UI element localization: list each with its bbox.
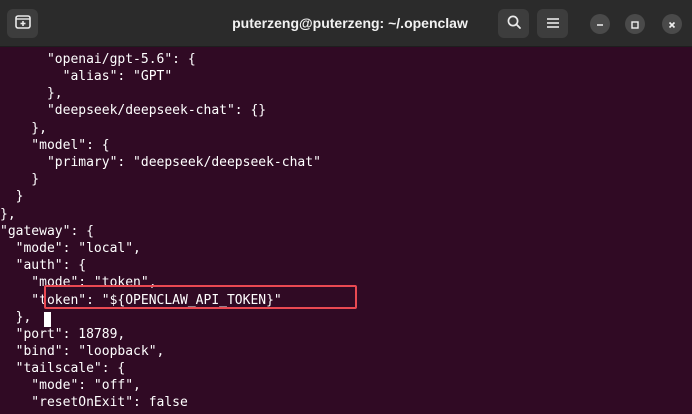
close-icon [667, 15, 677, 34]
maximize-icon [630, 15, 640, 34]
hamburger-menu-icon [546, 14, 560, 33]
search-icon [506, 14, 522, 34]
menu-button[interactable] [537, 9, 568, 38]
terminal-line: "deepseek/deepseek-chat": {} [0, 103, 267, 118]
terminal-line: "mode": "token", [0, 275, 157, 290]
new-tab-icon [14, 14, 31, 33]
close-button[interactable] [662, 14, 682, 34]
text-cursor [44, 312, 51, 327]
minimize-button[interactable] [590, 14, 610, 34]
new-tab-button[interactable] [7, 9, 38, 38]
terminal-window: puterzeng@puterzeng: ~/.openclaw "openai… [0, 0, 692, 414]
terminal-line: "resetOnExit": false [0, 395, 188, 410]
minimize-icon [595, 15, 605, 34]
terminal-line: "primary": "deepseek/deepseek-chat" [0, 155, 321, 170]
terminal-line: "token": "${OPENCLAW_API_TOKEN}" [0, 293, 282, 308]
window-title: puterzeng@puterzeng: ~/.openclaw [232, 15, 468, 31]
terminal-output[interactable]: "openai/gpt-5.6": { "alias": "GPT" }, "d… [0, 48, 692, 414]
title-bar: puterzeng@puterzeng: ~/.openclaw [0, 0, 692, 47]
maximize-button[interactable] [625, 14, 645, 34]
terminal-line: } [0, 189, 24, 204]
search-button[interactable] [498, 9, 529, 38]
